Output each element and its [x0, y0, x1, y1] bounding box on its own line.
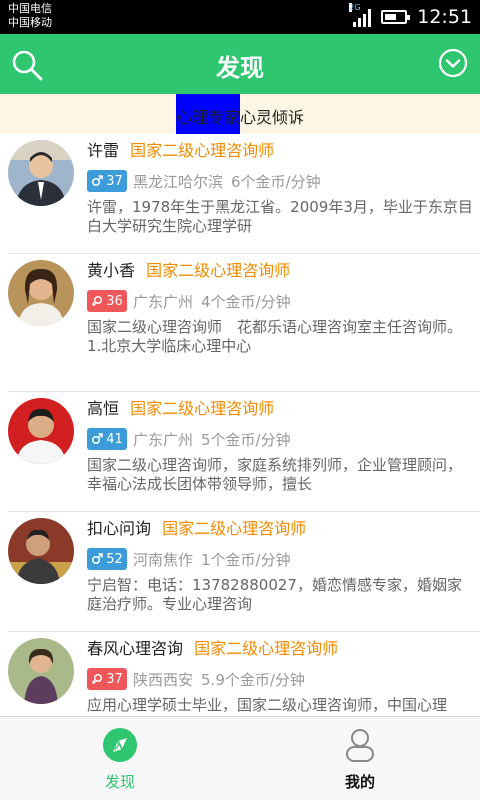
location: 黑龙江哈尔滨 [133, 172, 224, 191]
price: 1个金币/分钟 [201, 550, 291, 569]
age-value: 37 [106, 671, 123, 687]
user-icon [346, 729, 374, 762]
tab-discover-label: 发现 [104, 773, 135, 791]
tab-mine[interactable]: 我的 [300, 727, 420, 792]
male-icon [92, 553, 103, 565]
counselor-description: 许雷，1978年生于黑龙江省。2009年3月，毕业于东京目白大学研究生院心理学研 [87, 198, 473, 235]
female-icon [92, 673, 103, 685]
list-item[interactable]: 高恒 国家二级心理咨询师 41 广东广州 5个金币/分钟 国家二级心理咨询师，家… [8, 392, 480, 512]
age-badge: 41 [87, 428, 127, 450]
counselor-title: 国家二级心理咨询师 [130, 399, 275, 418]
tab-discover[interactable]: 发现 [60, 727, 180, 792]
price: 5个金币/分钟 [201, 430, 291, 449]
age-value: 37 [106, 173, 123, 189]
app-header: 发现 [0, 34, 480, 94]
avatar [8, 398, 74, 464]
age-badge: 37 [87, 668, 127, 690]
price: 4个金币/分钟 [201, 292, 291, 311]
male-icon [92, 433, 103, 445]
list-item[interactable]: 黄小香 国家二级心理咨询师 36 广东广州 4个金币/分钟 国家二级心理咨询师 … [8, 254, 480, 392]
banner-text: 心理专家心灵倾诉 [176, 108, 305, 127]
list-item[interactable]: 扣心问询 国家二级心理咨询师 52 河南焦作 1个金币/分钟 宁启智：电话：13… [8, 512, 480, 632]
location: 广东广州 [133, 430, 194, 449]
counselor-title: 国家二级心理咨询师 [146, 261, 291, 280]
counselor-name: 高恒 [87, 399, 120, 418]
counselor-list[interactable]: 许雷 国家二级心理咨询师 37 黑龙江哈尔滨 6个金币/分钟 许雷，1978年生… [0, 134, 480, 716]
counselor-name: 黄小香 [87, 261, 136, 280]
counselor-title: 国家二级心理咨询师 [162, 519, 307, 538]
network-type-label: 2G [349, 3, 361, 12]
age-value: 41 [106, 431, 123, 447]
counselor-name: 许雷 [87, 141, 120, 160]
page-title: 发现 [216, 54, 264, 82]
battery-icon [381, 10, 411, 24]
price: 6个金币/分钟 [231, 172, 321, 191]
banner[interactable]: 心理专家心灵倾诉 [0, 94, 480, 134]
carrier-2-label: 中国移动 [8, 16, 52, 29]
counselor-description: 国家二级心理咨询师 花都乐语心理咨询室主任咨询师。 1.北京大学临床心理中心 [87, 318, 463, 355]
avatar [8, 518, 74, 584]
age-badge: 37 [87, 170, 127, 192]
counselor-title: 国家二级心理咨询师 [194, 639, 339, 658]
tab-mine-label: 我的 [344, 773, 375, 791]
compass-icon [103, 728, 137, 762]
counselor-description: 应用心理学硕士毕业，国家二级心理咨询师，中国心理 [87, 696, 448, 714]
counselor-title: 国家二级心理咨询师 [130, 141, 275, 160]
avatar [8, 260, 74, 326]
male-icon [92, 175, 103, 187]
list-item[interactable]: 许雷 国家二级心理咨询师 37 黑龙江哈尔滨 6个金币/分钟 许雷，1978年生… [8, 134, 480, 254]
carrier-info: 中国电信 中国移动 [8, 2, 52, 30]
avatar [8, 638, 74, 704]
avatar [8, 140, 74, 206]
age-badge: 52 [87, 548, 127, 570]
age-value: 36 [106, 293, 123, 309]
price: 5.9个金币/分钟 [201, 670, 305, 689]
chevron-down-circle-icon [438, 48, 468, 78]
dropdown-button[interactable] [438, 48, 468, 78]
signal-icon: 2G [349, 3, 372, 27]
female-icon [92, 295, 103, 307]
counselor-description: 宁启智：电话：13782880027，婚恋情感专家，婚姻家庭治疗师。专业心理咨询 [87, 576, 462, 613]
list-item[interactable]: 春风心理咨询 国家二级心理咨询师 37 陕西西安 5.9个金币/分钟 应用心理学… [8, 632, 480, 716]
age-badge: 36 [87, 290, 127, 312]
location: 陕西西安 [133, 670, 194, 689]
counselor-name: 春风心理咨询 [87, 639, 184, 658]
carrier-1-label: 中国电信 [8, 2, 52, 15]
counselor-description: 国家二级心理咨询师，家庭系统排列师，企业管理顾问，幸福心法成长团体带领导师，擅长 [87, 456, 463, 493]
age-value: 52 [106, 551, 123, 567]
counselor-name: 扣心问询 [87, 519, 152, 538]
location: 广东广州 [133, 292, 194, 311]
location: 河南焦作 [133, 550, 194, 569]
status-bar: 中国电信 中国移动 2G 12:51 [0, 0, 480, 34]
clock: 12:51 [417, 6, 472, 28]
bottom-tab-bar: 发现 我的 [0, 716, 480, 800]
